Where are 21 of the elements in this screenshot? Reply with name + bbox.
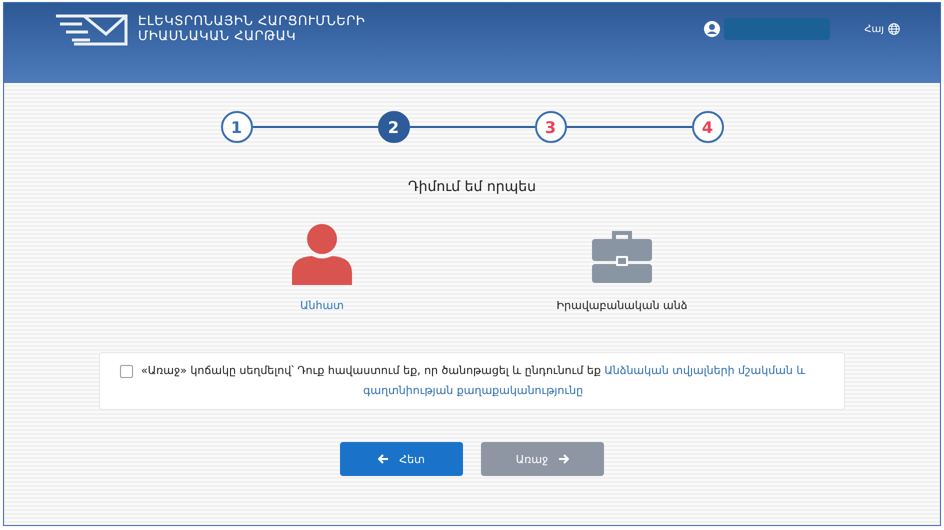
applicant-type-option[interactable]: Անհատ	[237, 221, 407, 312]
step-circle: 4	[692, 111, 724, 143]
consent-text: «Առաջ» կոճակը սեղմելով՝ Դուք հավաստում եք, որ ծանոթացել և ընդունում եք Անձնական տվյալների մշակման և գաղտնիության քաղաքականությունը	[141, 363, 806, 399]
briefcase-icon	[590, 229, 654, 285]
step-circle: 2	[378, 111, 410, 143]
envelope-logo-icon	[54, 12, 130, 46]
user-icon	[704, 21, 720, 37]
privacy-policy-link[interactable]: գաղտնիության քաղաքականությունը	[363, 384, 584, 397]
step-circle: 1	[220, 111, 252, 143]
person-icon	[290, 221, 354, 285]
applicant-type-option[interactable]: Իրավաբանական անձ	[537, 229, 707, 312]
arrow-right-icon	[558, 454, 570, 464]
back-button[interactable]: Հետ	[340, 442, 463, 476]
portal-title: ԷԼԵԿՏՐՈՆԱՅԻՆ ՀԱՐՑՈՒՄՆԵՐԻ ՄԻԱՍՆԱԿԱՆ ՀԱՐԹԱԿ	[138, 14, 366, 44]
section-heading: Դիմում եմ որպես	[408, 179, 536, 195]
arrow-left-icon	[378, 454, 390, 464]
step-circle: 3	[534, 111, 566, 143]
globe-icon	[888, 23, 900, 35]
privacy-policy-link[interactable]: Անձնական տվյալների մշակման և	[604, 364, 806, 377]
consent-checkbox[interactable]	[120, 365, 133, 378]
language-button[interactable]: Հայ	[864, 23, 900, 35]
